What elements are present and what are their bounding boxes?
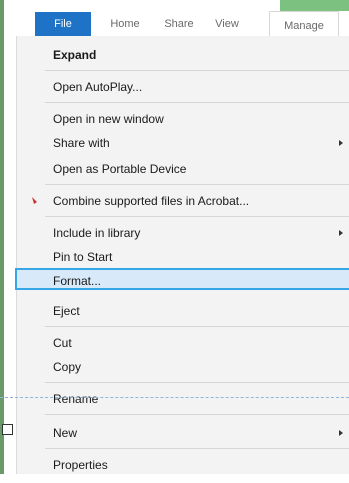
tab-file[interactable]: File [35, 12, 91, 38]
menu-item-combine-acrobat[interactable]: Combine supported files in Acrobat... [17, 190, 349, 212]
menu-item-label: Rename [53, 392, 99, 406]
menu-item-format[interactable]: Format... [15, 268, 349, 290]
menu-item-label: Eject [53, 304, 80, 318]
menu-item-label: Combine supported files in Acrobat... [53, 194, 250, 208]
chevron-right-icon [339, 430, 343, 436]
menu-item-properties[interactable]: Properties [17, 454, 349, 476]
chevron-right-icon [339, 140, 343, 146]
menu-separator [45, 70, 349, 71]
menu-item-open-new-window[interactable]: Open in new window [17, 108, 349, 130]
tab-view[interactable]: View [209, 10, 245, 38]
menu-item-label: Open AutoPlay... [53, 80, 143, 94]
menu-item-label: Include in library [53, 226, 141, 240]
drag-guide-line [0, 397, 349, 398]
menu-item-open-portable-device[interactable]: Open as Portable Device [17, 158, 349, 180]
menu-item-new[interactable]: New [17, 422, 349, 444]
menu-item-label: Open in new window [53, 112, 164, 126]
menu-item-eject[interactable]: Eject [17, 300, 349, 322]
menu-separator [45, 382, 349, 383]
tab-manage[interactable]: Manage [269, 11, 339, 39]
bottom-strip [0, 474, 349, 483]
menu-item-label: Share with [53, 136, 110, 150]
menu-item-label: Copy [53, 360, 82, 374]
chevron-right-icon [339, 230, 343, 236]
menu-item-rename[interactable]: Rename [17, 388, 349, 410]
window-left-edge [0, 0, 4, 483]
menu-item-include-in-library[interactable]: Include in library [17, 222, 349, 244]
menu-separator [45, 216, 349, 217]
menu-separator [45, 102, 349, 103]
resize-handle[interactable] [2, 424, 13, 435]
menu-separator [45, 184, 349, 185]
menu-item-cut[interactable]: Cut [17, 332, 349, 354]
menu-separator [45, 448, 349, 449]
menu-item-expand[interactable]: Expand [17, 44, 349, 66]
context-menu: Expand Open AutoPlay... Open in new wind… [15, 36, 349, 476]
menu-item-label: New [53, 426, 78, 440]
menu-item-copy[interactable]: Copy [17, 356, 349, 378]
menu-item-share-with[interactable]: Share with [17, 132, 349, 154]
menu-item-pin-to-start[interactable]: Pin to Start [17, 246, 349, 268]
tab-home[interactable]: Home [101, 10, 149, 38]
menu-item-label: Expand [53, 48, 97, 62]
acrobat-icon [32, 197, 37, 204]
menu-item-open-autoplay[interactable]: Open AutoPlay... [17, 76, 349, 98]
ribbon-tab-bar: File Home Share View Manage [4, 0, 349, 39]
menu-item-label: Properties [53, 458, 108, 472]
menu-item-label: Cut [53, 336, 72, 350]
tab-share[interactable]: Share [159, 10, 199, 38]
menu-separator [45, 414, 349, 415]
manage-context-accent [280, 0, 349, 11]
menu-item-label: Open as Portable Device [53, 162, 187, 176]
menu-separator [45, 326, 349, 327]
menu-item-label: Pin to Start [53, 250, 113, 264]
menu-item-label: Format... [53, 274, 102, 288]
